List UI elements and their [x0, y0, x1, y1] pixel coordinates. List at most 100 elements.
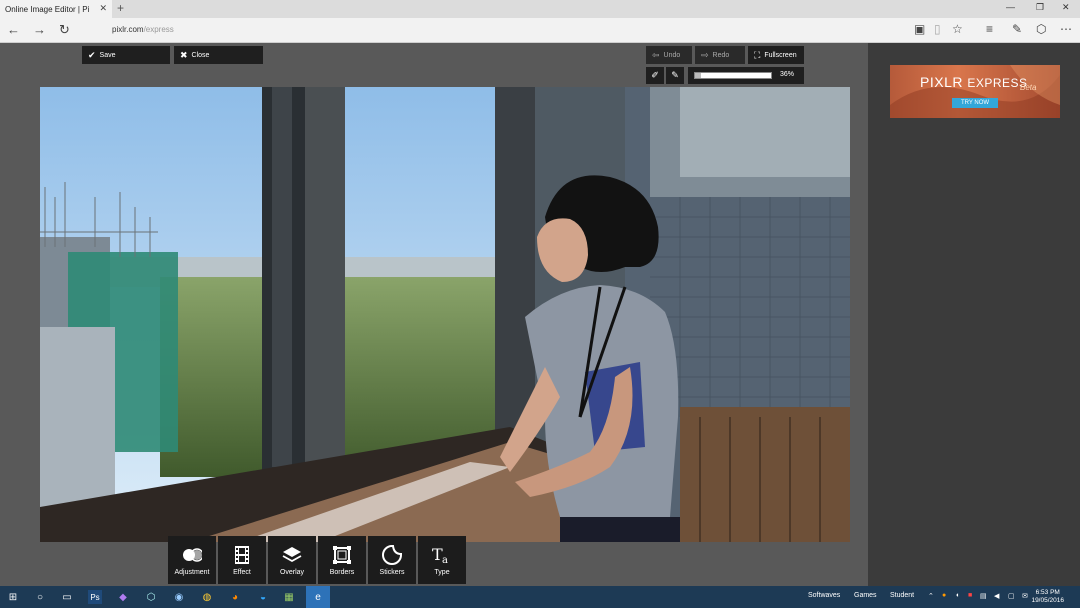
fullscreen-button[interactable]: ⛶ Fullscreen: [748, 46, 804, 64]
forward-icon[interactable]: →: [33, 22, 46, 37]
fullscreen-label: Fullscreen: [764, 51, 797, 59]
undo-button[interactable]: ⇦ Undo: [646, 46, 692, 64]
ad-title: PIXLR EXPRESS: [920, 74, 1028, 90]
borders-icon: [332, 545, 352, 565]
url-path: /express: [143, 25, 174, 34]
tray-app-icon-1[interactable]: ●: [942, 592, 946, 599]
chrome-icon[interactable]: ◍: [200, 590, 214, 604]
taskbar-clock[interactable]: 6:53 PM 19/05/2016: [1031, 589, 1064, 605]
editor-tools-bar: Adjustment Effect Overlay Borders Sticke…: [168, 536, 466, 584]
more-icon[interactable]: ⋯: [1060, 22, 1072, 36]
screen: Online Image Editor | Pi ✕ + — ❐ ✕ ← → ↻…: [0, 0, 1080, 608]
tool-label: Adjustment: [174, 568, 210, 576]
window-close-icon[interactable]: ✕: [1062, 2, 1070, 13]
windows-taskbar: ⊞ ○ ▭ Ps ◆ ⬡ ◉ ◍ ◕ ◒ ▦ e Softwaves Games…: [0, 586, 1080, 608]
tray-network-icon[interactable]: ▤: [980, 592, 987, 600]
check-icon: ✔: [88, 49, 96, 60]
tool-stickers[interactable]: Stickers: [368, 536, 416, 584]
url-host: pixlr.com: [112, 25, 144, 34]
image-app-icon[interactable]: ▦: [282, 590, 296, 604]
tool-overlay[interactable]: Overlay: [268, 536, 316, 584]
tray-overflow-icon[interactable]: ⌃: [928, 592, 934, 600]
tool-label: Borders: [329, 568, 355, 576]
redo-label: Redo: [712, 51, 730, 59]
address-bar: ← → ↻ pixlr.com/express ▣ ▯ ☆ ≡ ✎ ⬡ ⋯: [0, 18, 1080, 43]
editor-area: ✔ Save ✖ Close ⇦ Undo ⇨ Redo ⛶ Fullscree…: [0, 43, 1080, 586]
tray-volume-icon[interactable]: ◀: [994, 592, 999, 600]
browser-tab[interactable]: Online Image Editor | Pi ✕: [0, 0, 112, 18]
image-canvas[interactable]: [40, 87, 850, 542]
type-icon: Ta: [432, 545, 452, 565]
redo-button[interactable]: ⇨ Redo: [695, 46, 745, 64]
globe-app-icon[interactable]: ◉: [172, 590, 186, 604]
tool-label: Effect: [233, 568, 251, 576]
side-panel: [868, 43, 1080, 586]
save-label: Save: [99, 51, 116, 59]
web-note-icon[interactable]: ✎: [1012, 22, 1022, 36]
browser-tab-strip: Online Image Editor | Pi ✕ + — ❐ ✕: [0, 0, 1080, 18]
task-view-icon[interactable]: ▭: [60, 590, 74, 604]
photoshop-icon[interactable]: Ps: [88, 590, 102, 604]
tool-type[interactable]: Ta Type: [418, 536, 466, 584]
tool-effect[interactable]: Effect: [218, 536, 266, 584]
tray-toolbar-games[interactable]: Games: [854, 592, 877, 599]
edge-active-icon[interactable]: e: [306, 586, 330, 608]
zoom-slider[interactable]: 36%: [688, 67, 804, 84]
edge-app-icon[interactable]: ◒: [256, 590, 270, 604]
tool-borders[interactable]: Borders: [318, 536, 366, 584]
hub-icon[interactable]: ≡: [986, 22, 993, 36]
undo-label: Undo: [663, 51, 681, 59]
redo-arrow-icon: ⇨: [701, 49, 709, 60]
url-field[interactable]: pixlr.com/express: [112, 25, 174, 34]
ad-try-now-button[interactable]: TRY NOW: [952, 98, 998, 108]
crop-edit-icon[interactable]: ✎: [666, 67, 684, 84]
tool-adjustment[interactable]: Adjustment: [168, 536, 216, 584]
stickers-icon: [382, 544, 402, 565]
minimize-icon[interactable]: —: [1006, 2, 1015, 12]
ad-brand: PIXLR: [920, 74, 963, 90]
fullscreen-icon: ⛶: [754, 49, 761, 60]
close-x-icon: ✖: [180, 49, 188, 60]
ad-beta: Beta: [1020, 83, 1037, 92]
search-circle-icon[interactable]: ○: [33, 590, 47, 604]
pixlr-express-ad[interactable]: PIXLR EXPRESS Beta TRY NOW: [890, 65, 1060, 118]
close-button[interactable]: ✖ Close: [174, 46, 263, 64]
share-icon[interactable]: ⬡: [1036, 22, 1046, 36]
save-button[interactable]: ✔ Save: [82, 46, 170, 64]
edit-tool-icon[interactable]: ✐: [646, 67, 664, 84]
zoom-value: 36%: [779, 71, 794, 78]
tray-message-icon[interactable]: ✉: [1022, 592, 1028, 600]
zoom-handle[interactable]: [695, 73, 702, 78]
reading-view-icon[interactable]: ▣: [914, 22, 925, 36]
close-label: Close: [191, 51, 210, 59]
tab-title: Online Image Editor | Pi: [5, 4, 90, 14]
svg-text:a: a: [442, 555, 448, 565]
clock-date: 19/05/2016: [1031, 597, 1064, 604]
adjustment-icon: [182, 545, 202, 565]
tray-toolbar-student[interactable]: Student: [890, 592, 914, 599]
windows-start-icon[interactable]: ⊞: [6, 590, 20, 604]
tray-app-icon-2[interactable]: ◐: [956, 592, 960, 599]
clock-time: 6:53 PM: [1035, 589, 1060, 596]
tray-app-icon-3[interactable]: ■: [968, 592, 972, 599]
refresh-icon[interactable]: ↻: [59, 22, 70, 38]
photo-window-scene: [40, 87, 850, 542]
visual-studio-icon[interactable]: ◆: [116, 590, 130, 604]
restore-icon[interactable]: ❐: [1036, 2, 1044, 13]
effect-film-icon: [232, 545, 252, 565]
new-tab-icon[interactable]: +: [117, 1, 124, 15]
favorite-star-icon[interactable]: ☆: [952, 22, 963, 36]
tool-label: Type: [434, 568, 450, 576]
tray-toolbar-softwaves[interactable]: Softwaves: [808, 592, 840, 599]
tool-label: Stickers: [379, 568, 405, 576]
overlay-layers-icon: [282, 545, 302, 565]
3d-box-icon[interactable]: ⬡: [144, 590, 158, 604]
tray-input-icon[interactable]: ▢: [1008, 592, 1015, 600]
firefox-icon[interactable]: ◕: [228, 590, 242, 604]
undo-arrow-icon: ⇦: [652, 49, 660, 60]
zoom-track[interactable]: [694, 72, 772, 79]
tab-close-icon[interactable]: ✕: [99, 3, 107, 14]
back-icon[interactable]: ←: [7, 22, 20, 37]
ad-product: EXPRESS: [967, 76, 1028, 90]
split-icon[interactable]: ▯: [934, 22, 941, 36]
